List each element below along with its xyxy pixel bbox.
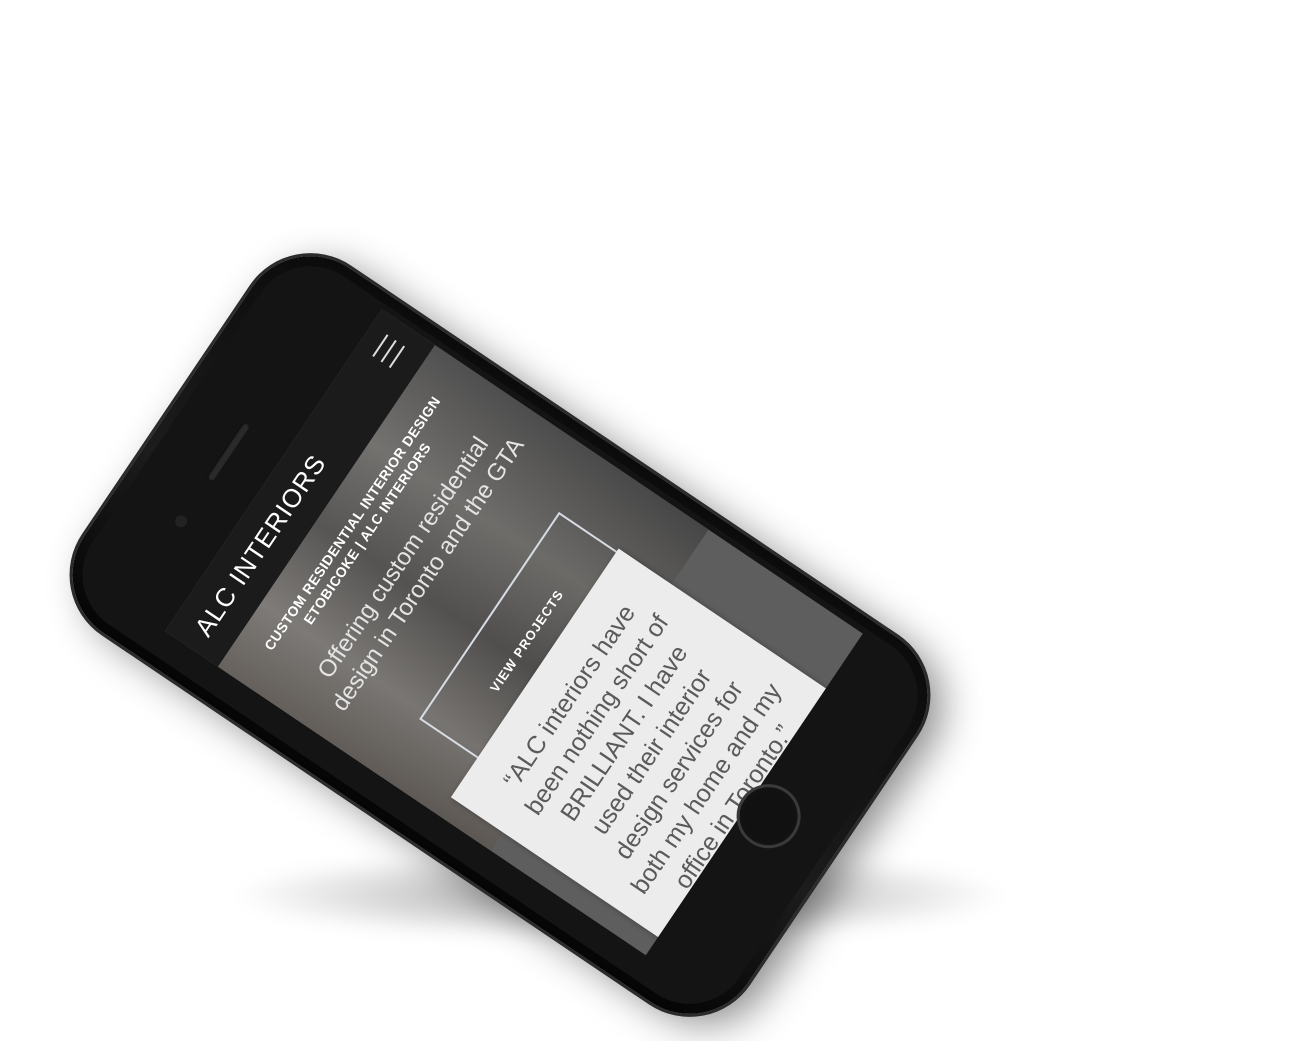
front-camera-icon — [172, 512, 190, 530]
earpiece-speaker — [205, 421, 251, 483]
hamburger-menu-icon[interactable] — [372, 334, 406, 369]
